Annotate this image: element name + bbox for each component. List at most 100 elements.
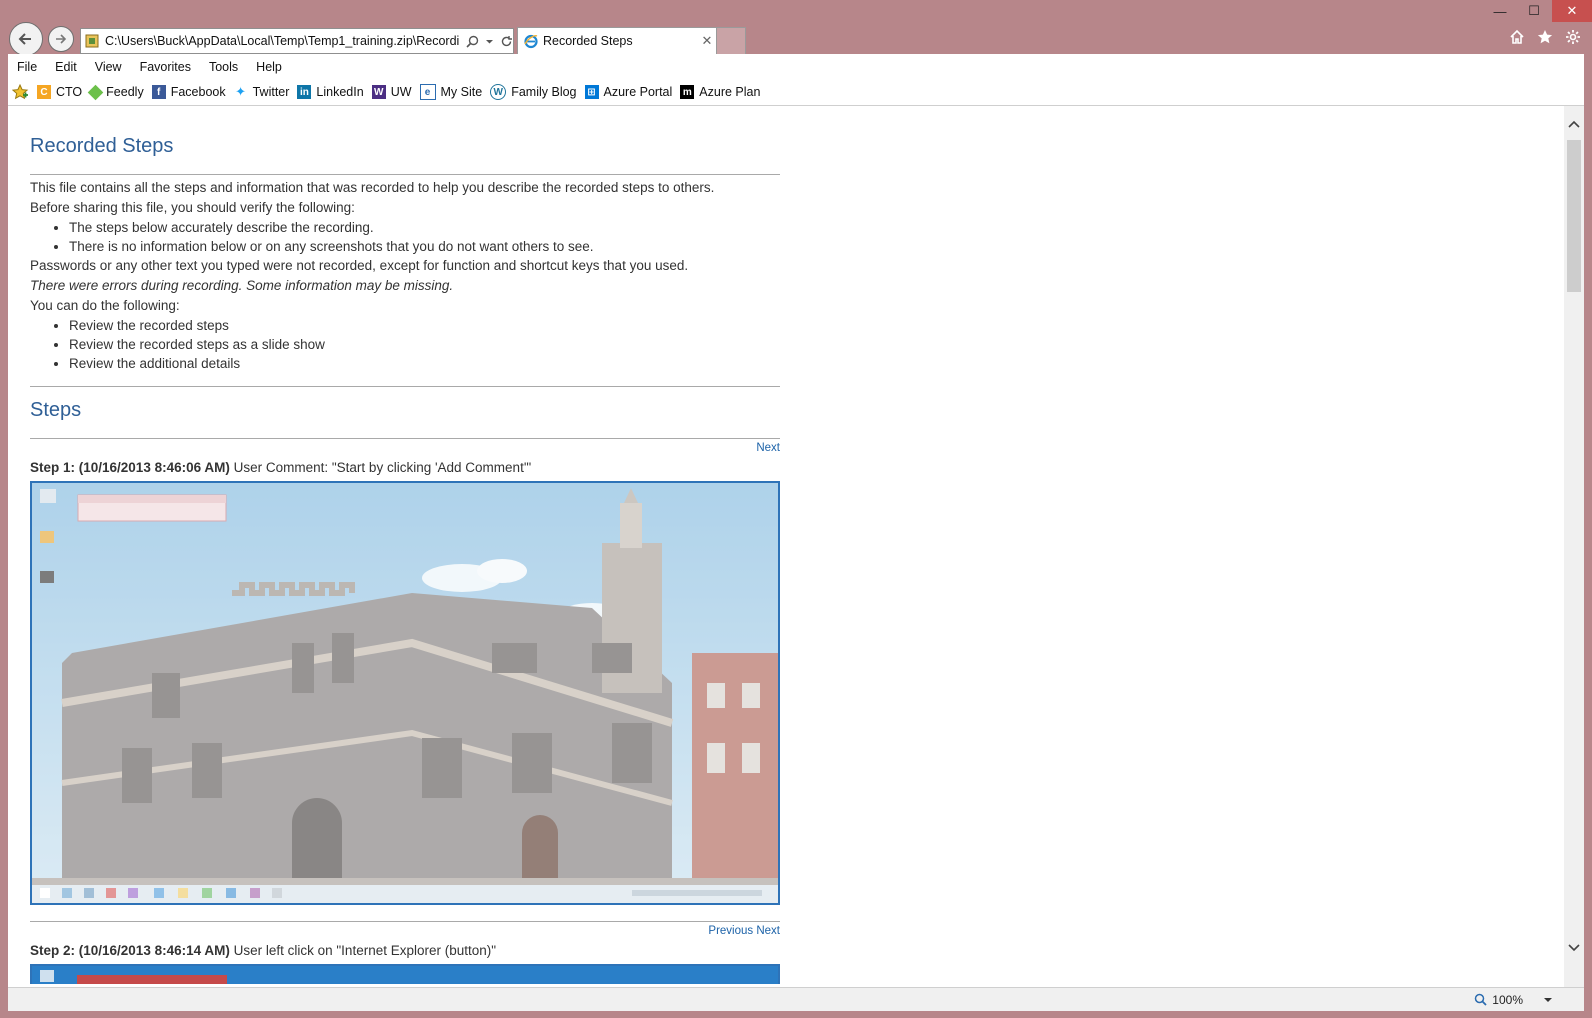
add-favorite-button[interactable] <box>12 83 29 101</box>
cto-icon: C <box>37 85 51 99</box>
ie-icon <box>524 34 538 49</box>
you-can-text: You can do the following: <box>30 298 180 313</box>
favorite-label: Azure Portal <box>603 85 673 99</box>
title-bar: C:\Users\Buck\AppData\Local\Temp\Temp1_t… <box>0 0 1592 56</box>
passwords-note: Passwords or any other text you typed we… <box>30 258 689 273</box>
uw-icon: W <box>371 85 386 99</box>
favorite-label: UW <box>390 85 412 99</box>
step-2-label: Step 2: (10/16/2013 8:46:14 AM) <box>30 943 230 958</box>
step-2-nav: Previous Next <box>30 924 780 938</box>
azure-plan-icon: m <box>680 85 695 99</box>
favorite-twitter[interactable]: ✦ Twitter <box>233 84 290 99</box>
favorite-label: Facebook <box>170 85 226 99</box>
review-details-link[interactable]: Review the additional details <box>69 354 780 373</box>
list-item: There is no information below or on any … <box>69 237 780 256</box>
status-bar: 100% <box>8 987 1584 1011</box>
tab-close-icon[interactable]: ✕ <box>698 33 716 49</box>
linkedin-icon: in <box>297 85 312 99</box>
step-1-label: Step 1: (10/16/2013 8:46:06 AM) <box>30 460 230 475</box>
menu-view[interactable]: View <box>86 60 131 74</box>
menu-tools[interactable]: Tools <box>200 60 247 74</box>
favorite-azure-portal[interactable]: ⊞ Azure Portal <box>584 85 673 99</box>
zoom-dropdown-icon[interactable] <box>1542 996 1554 1004</box>
address-bar[interactable]: C:\Users\Buck\AppData\Local\Temp\Temp1_t… <box>80 28 514 54</box>
list-item: The steps below accurately describe the … <box>69 218 780 237</box>
menu-favorites[interactable]: Favorites <box>131 60 200 74</box>
step-2-screenshot[interactable] <box>30 964 780 984</box>
menu-bar: File Edit View Favorites Tools Help <box>8 54 1584 79</box>
forward-button[interactable] <box>48 26 74 52</box>
zoom-control[interactable]: 100% <box>1474 993 1554 1007</box>
page-file-icon <box>85 34 99 48</box>
menu-edit[interactable]: Edit <box>46 60 86 74</box>
favorites-star-icon[interactable] <box>1536 28 1554 46</box>
favorite-label: My Site <box>440 85 483 99</box>
address-url[interactable]: C:\Users\Buck\AppData\Local\Temp\Temp1_t… <box>105 34 460 48</box>
favorite-my-site[interactable]: e My Site <box>419 84 483 100</box>
previous-next-link[interactable]: Previous Next <box>708 925 780 937</box>
step-1-divider <box>30 438 780 439</box>
step-1-nav: Next <box>30 441 780 455</box>
favorite-label: Azure Plan <box>699 85 761 99</box>
favorites-bar: C CTO Feedly f Facebook ✦ Twitter in LinkedI… <box>8 79 1584 106</box>
intro-text: This file contains all the steps and inf… <box>30 180 715 195</box>
title-divider <box>30 174 780 175</box>
browser-toolbar-icons <box>1508 28 1582 46</box>
step-1-description: User Comment: "Start by clicking 'Add Co… <box>233 460 532 475</box>
verify-list: The steps below accurately describe the … <box>30 218 780 256</box>
scroll-down-icon[interactable] <box>1564 938 1584 958</box>
favorite-linkedin[interactable]: in LinkedIn <box>297 85 364 99</box>
step-1-header: Step 1: (10/16/2013 8:46:06 AM) User Com… <box>30 460 780 475</box>
steps-divider <box>30 386 780 387</box>
my-site-icon: e <box>419 84 436 100</box>
favorite-label: Twitter <box>252 85 290 99</box>
page-viewport: Recorded Steps This file contains all th… <box>8 106 1564 987</box>
favorite-family-blog[interactable]: W Family Blog <box>490 84 577 100</box>
page-title: Recorded Steps <box>30 135 174 157</box>
refresh-icon[interactable] <box>500 35 513 48</box>
new-tab-button[interactable] <box>716 27 746 54</box>
step-1-screenshot[interactable] <box>30 481 780 905</box>
wordpress-icon: W <box>490 84 507 100</box>
add-favorite-star-icon <box>12 83 29 99</box>
next-link[interactable]: Next <box>756 442 780 454</box>
settings-gear-icon[interactable] <box>1564 28 1582 46</box>
actions-list: Review the recorded steps Review the rec… <box>30 316 780 373</box>
step-2-header: Step 2: (10/16/2013 8:46:14 AM) User lef… <box>30 943 780 958</box>
menu-help[interactable]: Help <box>247 60 291 74</box>
vertical-scrollbar[interactable] <box>1564 106 1584 987</box>
zoom-magnifier-icon <box>1475 993 1487 1006</box>
scrollbar-thumb[interactable] <box>1567 140 1581 292</box>
back-button[interactable] <box>9 22 43 56</box>
zoom-level: 100% <box>1492 992 1523 1007</box>
favorite-cto[interactable]: C CTO <box>37 85 82 99</box>
back-arrow-icon <box>18 33 31 45</box>
review-steps-link[interactable]: Review the recorded steps <box>69 316 780 335</box>
favorite-facebook[interactable]: f Facebook <box>151 85 226 99</box>
favorite-uw[interactable]: W UW <box>371 85 412 99</box>
facebook-icon: f <box>151 85 166 99</box>
favorite-label: LinkedIn <box>316 85 364 99</box>
forward-arrow-icon <box>56 34 67 44</box>
verify-text: Before sharing this file, you should ver… <box>30 200 355 215</box>
maximize-button[interactable]: ☐ <box>1518 0 1550 22</box>
home-icon[interactable] <box>1508 28 1526 46</box>
review-slideshow-link[interactable]: Review the recorded steps as a slide sho… <box>69 335 780 354</box>
close-button[interactable]: ✕ <box>1552 0 1592 22</box>
step-2-divider <box>30 921 780 922</box>
search-icon[interactable] <box>466 35 479 48</box>
step-2-description: User left click on "Internet Explorer (b… <box>233 943 497 958</box>
minimize-button[interactable]: — <box>1484 0 1516 22</box>
windows-logo-icon: ⊞ <box>584 85 599 99</box>
twitter-icon: ✦ <box>233 84 248 99</box>
favorite-feedly[interactable]: Feedly <box>87 84 144 100</box>
menu-file[interactable]: File <box>8 60 46 74</box>
favorite-label: CTO <box>56 85 83 99</box>
step-2-screenshot-image <box>32 966 778 984</box>
errors-note: There were errors during recording. Some… <box>30 278 454 293</box>
tab-recorded-steps[interactable]: Recorded Steps ✕ <box>517 27 717 54</box>
favorite-azure-plan[interactable]: m Azure Plan <box>680 85 760 99</box>
scroll-up-icon[interactable] <box>1564 114 1584 134</box>
desktop-screenshot-image <box>32 483 778 903</box>
dropdown-arrow-icon[interactable] <box>485 37 494 46</box>
